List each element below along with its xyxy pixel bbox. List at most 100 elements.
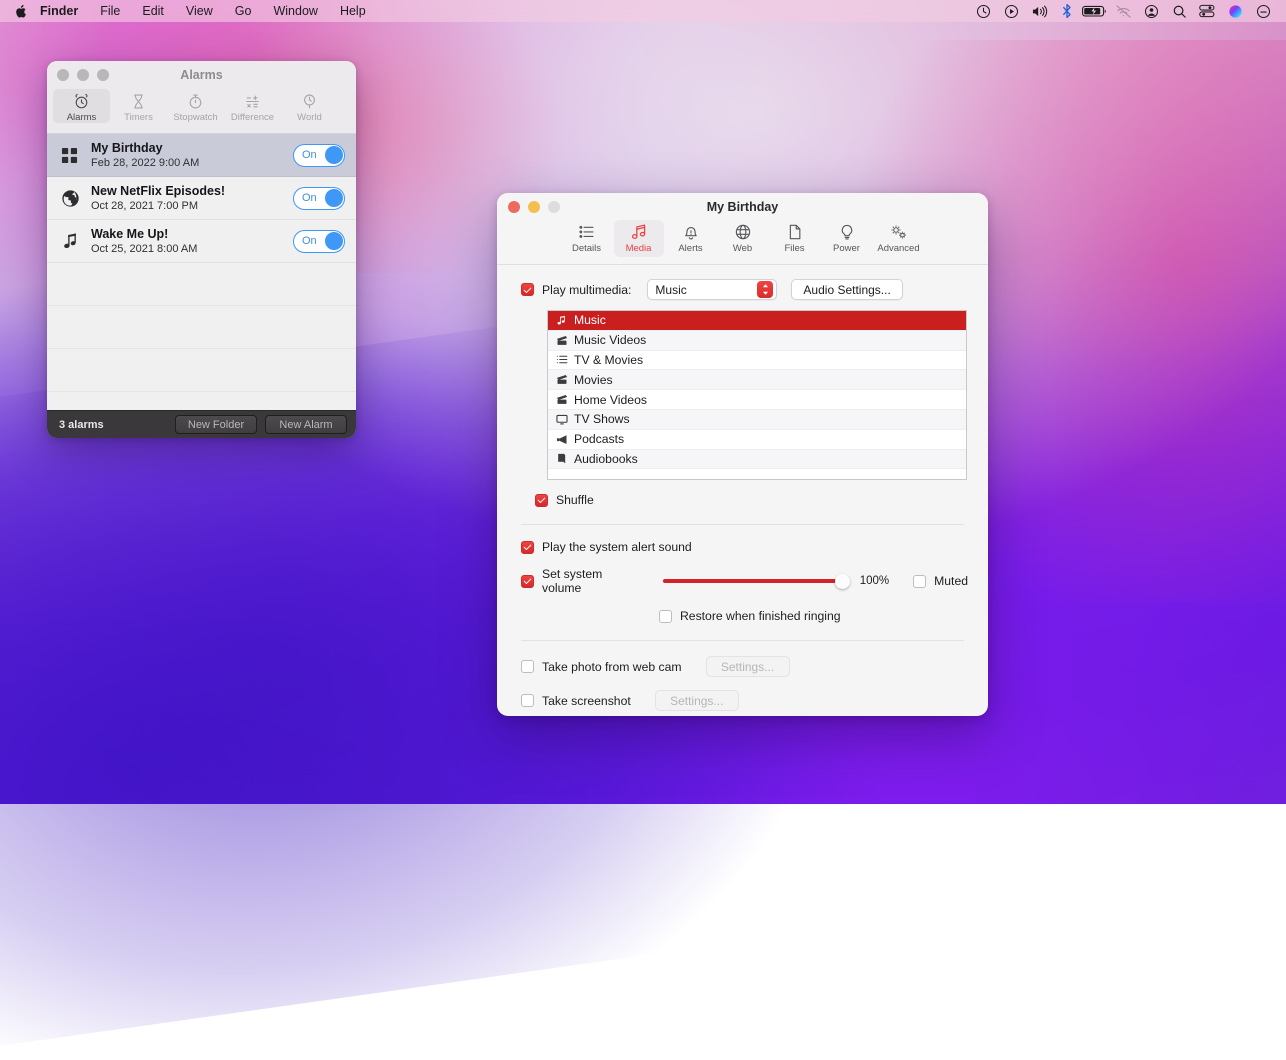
tab-files[interactable]: Files [770, 220, 820, 257]
alarms-statusbar: 3 alarms New Folder New Alarm [47, 410, 356, 438]
alarm-date: Oct 25, 2021 8:00 AM [91, 242, 293, 256]
restore-ringing-checkbox[interactable] [659, 610, 672, 623]
notification-center-icon[interactable] [1249, 0, 1277, 22]
muted-label: Muted [934, 574, 968, 588]
alarm-list-empty-row [47, 349, 356, 392]
media-list-item[interactable]: Audiobooks [548, 450, 966, 470]
menu-item-file[interactable]: File [89, 0, 131, 22]
alarm-toggle[interactable]: On [293, 144, 345, 167]
alarm-date: Oct 28, 2021 7:00 PM [91, 199, 293, 213]
system-volume-checkbox[interactable] [521, 575, 534, 588]
minimize-button[interactable] [77, 69, 89, 81]
media-list-item[interactable]: TV Shows [548, 410, 966, 430]
music-note-icon [556, 315, 574, 326]
toggle-knob [325, 146, 343, 164]
close-button[interactable] [57, 69, 69, 81]
globe-icon [61, 189, 91, 208]
menu-item-edit[interactable]: Edit [131, 0, 175, 22]
web-cam-checkbox[interactable] [521, 660, 534, 673]
new-alarm-button[interactable]: New Alarm [265, 415, 347, 434]
menu-item-view[interactable]: View [175, 0, 224, 22]
alarm-toggle-label: On [302, 149, 317, 161]
alarms-titlebar[interactable]: Alarms [47, 61, 356, 89]
alarm-text-block: New NetFlix Episodes! Oct 28, 2021 7:00 … [91, 184, 293, 213]
play-multimedia-checkbox[interactable] [521, 283, 534, 296]
media-list-item[interactable]: Music Videos [548, 331, 966, 351]
media-list-item[interactable]: Music [548, 311, 966, 331]
web-cam-settings-button[interactable]: Settings... [706, 656, 790, 677]
clock-icon[interactable] [969, 0, 997, 22]
siri-icon[interactable] [1221, 0, 1249, 22]
alarm-list-item[interactable]: Wake Me Up! Oct 25, 2021 8:00 AM On [47, 220, 356, 263]
screenshot-settings-button[interactable]: Settings... [655, 690, 739, 711]
screenshot-row: Take screenshot Settings... [521, 690, 968, 711]
new-folder-button[interactable]: New Folder [175, 415, 257, 434]
math-operators-icon [244, 90, 261, 112]
alarm-toggle[interactable]: On [293, 230, 345, 253]
tab-media-label: Media [626, 243, 652, 255]
media-list-item-label: Audiobooks [574, 452, 638, 466]
tab-timers[interactable]: Timers [110, 89, 167, 123]
alarm-date: Feb 28, 2022 9:00 AM [91, 156, 293, 170]
alarm-list-item[interactable]: My Birthday Feb 28, 2022 9:00 AM On [47, 134, 356, 177]
birthday-window-title: My Birthday [497, 200, 988, 214]
tab-advanced[interactable]: Advanced [874, 220, 924, 257]
alert-sound-label: Play the system alert sound [542, 540, 692, 554]
tab-world[interactable]: World [281, 89, 338, 123]
user-account-icon[interactable] [1137, 0, 1165, 22]
media-list-item[interactable]: Home Videos [548, 390, 966, 410]
wifi-off-icon[interactable] [1109, 0, 1137, 22]
media-source-list[interactable]: Music Music Videos TV & Movies Movies [547, 310, 967, 480]
spotlight-search-icon[interactable] [1165, 0, 1193, 22]
screenshot-checkbox[interactable] [521, 694, 534, 707]
alarm-toggle[interactable]: On [293, 187, 345, 210]
menu-item-go[interactable]: Go [224, 0, 263, 22]
alert-sound-checkbox[interactable] [521, 541, 534, 554]
alarms-window: Alarms Alarms Timers [47, 61, 356, 438]
control-center-icon[interactable] [1193, 0, 1221, 22]
tab-details[interactable]: Details [562, 220, 612, 257]
tab-alarms[interactable]: Alarms [53, 89, 110, 123]
media-list-item[interactable]: Podcasts [548, 430, 966, 450]
alarm-list-item[interactable]: New NetFlix Episodes! Oct 28, 2021 7:00 … [47, 177, 356, 220]
zoom-button[interactable] [97, 69, 109, 81]
divider-2 [521, 640, 964, 641]
tab-alerts[interactable]: Alerts [666, 220, 716, 257]
play-multimedia-row: Play multimedia: Music Audio Settings... [521, 279, 968, 300]
alarm-clock-icon [73, 90, 90, 112]
restore-ringing-row: Restore when finished ringing [659, 609, 968, 623]
slider-knob[interactable] [835, 574, 850, 589]
tab-web-label: Web [733, 243, 752, 255]
bluetooth-icon[interactable] [1053, 0, 1081, 22]
screen-recording-icon[interactable] [997, 0, 1025, 22]
tab-media[interactable]: Media [614, 220, 664, 257]
alarm-text-block: Wake Me Up! Oct 25, 2021 8:00 AM [91, 227, 293, 256]
grid-squares-icon [61, 147, 91, 164]
muted-checkbox[interactable] [913, 575, 926, 588]
shuffle-checkbox[interactable] [535, 494, 548, 507]
apple-logo-icon[interactable] [0, 4, 39, 19]
system-volume-slider[interactable] [663, 573, 847, 589]
media-type-value: Music [655, 283, 757, 297]
system-volume-row: Set system volume 100% Muted [521, 567, 968, 595]
media-type-popup[interactable]: Music [647, 279, 777, 300]
divider-1 [521, 524, 964, 525]
slider-track [663, 579, 847, 583]
web-cam-label: Take photo from web cam [542, 660, 682, 674]
audio-settings-button[interactable]: Audio Settings... [791, 279, 902, 300]
media-list-item[interactable]: Movies [548, 370, 966, 390]
volume-icon[interactable] [1025, 0, 1053, 22]
tab-stopwatch[interactable]: Stopwatch [167, 89, 224, 123]
media-list-item[interactable]: TV & Movies [548, 351, 966, 371]
screenshot-label: Take screenshot [542, 694, 631, 708]
tab-difference[interactable]: Difference [224, 89, 281, 123]
battery-charging-icon[interactable] [1081, 0, 1109, 22]
menu-item-window[interactable]: Window [262, 0, 328, 22]
tab-web[interactable]: Web [718, 220, 768, 257]
menu-item-finder[interactable]: Finder [39, 0, 89, 22]
birthday-titlebar[interactable]: My Birthday [497, 193, 988, 220]
media-list-item-label: TV & Movies [574, 353, 643, 367]
menu-item-help[interactable]: Help [329, 0, 377, 22]
tab-power[interactable]: Power [822, 220, 872, 257]
tab-stopwatch-label: Stopwatch [173, 112, 217, 123]
